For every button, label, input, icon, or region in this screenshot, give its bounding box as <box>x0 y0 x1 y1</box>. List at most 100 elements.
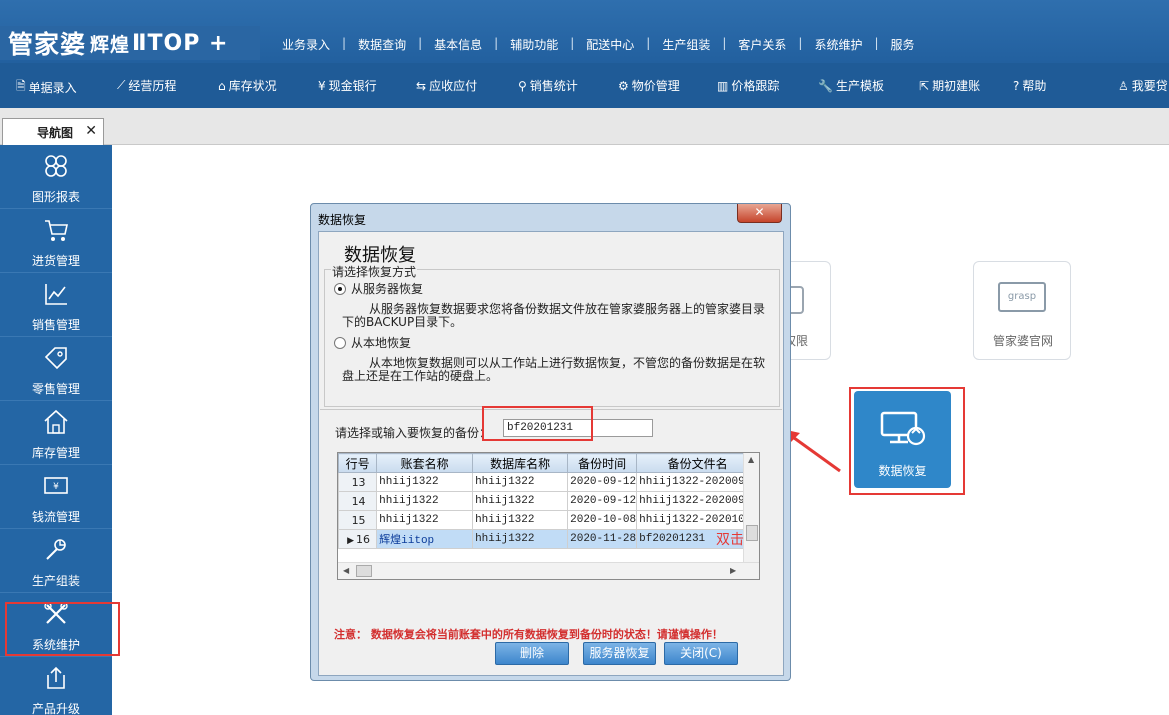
radio-server-restore[interactable]: 从服务器恢复 <box>334 280 423 297</box>
table-cell[interactable]: 2020-11-28 <box>567 529 638 549</box>
table-cell[interactable]: hhiij1322 <box>472 491 569 511</box>
vertical-scroll-thumb[interactable] <box>746 525 758 541</box>
sidebar-item[interactable]: 零售管理 <box>0 337 112 401</box>
grid-horizontal-scrollbar[interactable]: ◀ ▶ <box>338 562 759 579</box>
toolbar-button[interactable]: ⌂ 库存状况 <box>218 77 277 94</box>
main-menu-item[interactable]: 数据查询 <box>346 36 418 53</box>
table-row[interactable]: 15 hhiij1322 hhiij1322 2020-10-08 hhiij1322-… <box>338 510 759 530</box>
grid-column-header[interactable]: 备份文件名 <box>636 453 759 473</box>
radio-server-button[interactable] <box>334 282 346 295</box>
tile-data-restore[interactable]: 数据恢复 <box>854 391 951 488</box>
sidebar-item-label: 零售管理 <box>31 382 80 396</box>
table-cell[interactable]: 2020-09-12 <box>567 472 638 492</box>
sidebar-item-label: 产品升级 <box>31 702 80 715</box>
toolbar: 🗎 单据录入 ⟋ 经营历程 ⌂ 库存状况 ¥ 现金银行 ⇆ 应收应付 ⚲ 销售统计 ⚙ 物价管理 ▥ 价格跟踪… <box>0 63 1169 108</box>
toolbar-label: 经营历程 <box>128 79 177 93</box>
main-menu-item[interactable]: 配送中心 <box>574 36 646 53</box>
toolbar-button[interactable]: ⇆ 应收应付 <box>416 77 477 94</box>
table-cell[interactable]: hhiij1322 <box>376 510 474 530</box>
delete-button[interactable]: 删除 <box>495 642 569 665</box>
main-menu-item[interactable]: 客户关系 <box>726 36 798 53</box>
table-cell[interactable]: 2020-10-08 <box>567 510 638 530</box>
tile-restore-label: 数据恢复 <box>878 464 927 478</box>
main-menu-item[interactable]: 业务录入 <box>270 36 342 53</box>
table-cell[interactable]: hhiij1322-20201008 <box>636 510 759 530</box>
main-menu-item[interactable]: 辅助功能 <box>498 36 570 53</box>
sidebar-item[interactable]: 库存管理 <box>0 401 112 465</box>
table-cell[interactable]: 辉煌iitop <box>376 529 474 549</box>
grid-column-header[interactable]: 备份时间 <box>567 453 638 473</box>
main-menu-item[interactable]: 系统维护 <box>802 36 874 53</box>
toolbar-label: 物价管理 <box>631 79 680 93</box>
sidebar-item[interactable]: 进货管理 <box>0 209 112 273</box>
main-menu-item[interactable]: 生产组装 <box>650 36 722 53</box>
toolbar-button[interactable]: ¥ 现金银行 <box>318 77 377 94</box>
table-cell[interactable]: hhiij1322 <box>472 472 569 492</box>
search-icon: ⚲ <box>518 78 527 93</box>
tab-navigation-map[interactable]: 导航图 ✕ <box>2 118 104 145</box>
table-cell[interactable]: hhiij1322-20200912 <box>636 491 759 511</box>
main-menu-item[interactable]: 服务 <box>879 36 927 53</box>
table-cell[interactable]: hhiij1322 <box>376 472 474 492</box>
table-row[interactable]: ▶ 16 辉煌iitop hhiij1322 2020-11-28 bf20201231 <box>338 529 759 549</box>
sidebar-item[interactable]: 产品升级 <box>0 657 112 715</box>
toolbar-button[interactable]: ⇱ 期初建账 <box>919 77 980 94</box>
sidebar-item[interactable]: 图形报表 <box>0 145 112 209</box>
grid-column-header[interactable]: 行号 <box>338 453 378 473</box>
sidebar-item[interactable]: 销售管理 <box>0 273 112 337</box>
scroll-left-icon[interactable]: ◀ <box>343 566 349 575</box>
grid-column-header[interactable]: 数据库名称 <box>472 453 569 473</box>
cell-text: hhiij1322 <box>379 514 439 526</box>
toolbar-button[interactable]: ⚙ 物价管理 <box>618 77 680 94</box>
cell-text: hhiij1322 <box>475 495 535 507</box>
backup-table: 行号 账套名称 数据库名称 备份时间 备份文件名 13 hhiij1322 hhiij132… <box>338 453 759 549</box>
help-icon: ? <box>1013 78 1020 93</box>
table-cell[interactable]: hhiij1322 <box>472 510 569 530</box>
table-cell[interactable]: 2020-09-12 <box>567 491 638 511</box>
server-restore-button[interactable]: 服务器恢复 <box>583 642 656 665</box>
table-row[interactable]: 14 hhiij1322 hhiij1322 2020-09-12 hhiij1322-… <box>338 491 759 511</box>
table-cell[interactable]: hhiij1322 <box>376 491 474 511</box>
sidebar-item[interactable]: ¥ 钱流管理 <box>0 465 112 529</box>
table-cell[interactable]: hhiij1322 <box>472 529 569 549</box>
upgrade-icon <box>0 665 112 698</box>
cell-text: 2020-09-12 <box>570 476 637 488</box>
toolbar-button[interactable]: ? 帮助 <box>1013 77 1046 94</box>
table-cell[interactable]: hhiij1322-20200912 <box>636 472 759 492</box>
grid-column-header[interactable]: 账套名称 <box>376 453 474 473</box>
logo-suffix: ⅡTOP + <box>132 30 229 56</box>
warehouse-icon <box>0 409 112 442</box>
table-cell[interactable]: 14 <box>338 491 378 511</box>
dialog-close-button[interactable]: ✕ <box>737 204 782 223</box>
grid-vertical-scrollbar[interactable]: ▲ <box>743 453 759 562</box>
app-logo: 管家婆 辉煌 ⅡTOP + <box>0 26 260 60</box>
wrench-icon: 🔧 <box>818 78 833 93</box>
scroll-up-icon[interactable]: ▲ <box>748 455 754 464</box>
toolbar-button[interactable]: 🗎 单据录入 <box>16 77 77 98</box>
table-cell[interactable]: 13 <box>338 472 378 492</box>
radio-server-label: 从服务器恢复 <box>351 282 424 296</box>
table-cell[interactable]: ▶ 16 <box>338 529 378 549</box>
toolbar-button[interactable]: 🔧 生产模板 <box>818 77 884 94</box>
table-cell[interactable]: 15 <box>338 510 378 530</box>
toolbar-label: 生产模板 <box>835 79 884 93</box>
cell-text: hhiij1322-20201008 <box>639 514 758 526</box>
highlight-box-backup-input <box>482 406 593 441</box>
close-button[interactable]: 关闭(C) <box>664 642 738 665</box>
toolbar-button[interactable]: ♙ 我要贷 <box>1118 77 1168 94</box>
sidebar-item[interactable]: 生产组装 <box>0 529 112 593</box>
horizontal-scroll-thumb[interactable] <box>356 565 372 577</box>
main-menu-item[interactable]: 基本信息 <box>422 36 494 53</box>
toolbar-button[interactable]: ▥ 价格跟踪 <box>717 77 779 94</box>
radio-local-restore[interactable]: 从本地恢复 <box>334 334 411 351</box>
monitor-refresh-icon <box>880 411 926 446</box>
toolbar-button[interactable]: ⟋ 经营历程 <box>117 77 176 94</box>
toolbar-button[interactable]: ⚲ 销售统计 <box>518 77 578 94</box>
table-row[interactable]: 13 hhiij1322 hhiij1322 2020-09-12 hhiij1322-… <box>338 472 759 492</box>
tab-close-icon[interactable]: ✕ <box>85 123 97 139</box>
cell-text: 2020-09-12 <box>570 495 637 507</box>
toolbar-label: 现金银行 <box>328 79 377 93</box>
tile-grasp-website[interactable]: grasp 管家婆官网 <box>973 261 1071 360</box>
radio-local-button[interactable] <box>334 336 346 349</box>
scroll-right-icon[interactable]: ▶ <box>730 566 736 575</box>
